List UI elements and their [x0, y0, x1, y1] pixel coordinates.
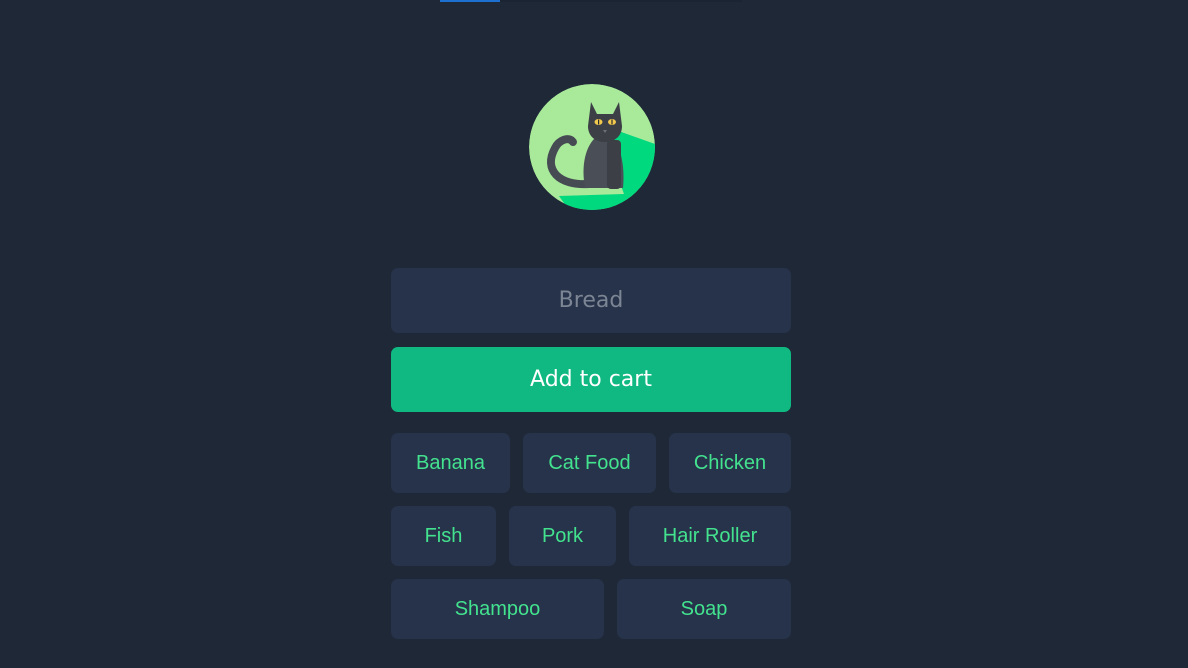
top-progress-indicator	[440, 0, 742, 2]
quick-add-items: Banana Cat Food Chicken Fish Pork Hair R…	[391, 433, 791, 652]
add-to-cart-button[interactable]: Add to cart	[391, 347, 791, 412]
quick-add-row: Banana Cat Food Chicken	[391, 433, 791, 493]
item-chip-fish[interactable]: Fish	[391, 506, 496, 566]
cat-logo-icon	[529, 84, 655, 210]
quick-add-row: Fish Pork Hair Roller	[391, 506, 791, 566]
item-chip-cat-food[interactable]: Cat Food	[523, 433, 656, 493]
top-progress-active	[440, 0, 500, 2]
item-chip-hair-roller[interactable]: Hair Roller	[629, 506, 791, 566]
item-chip-shampoo[interactable]: Shampoo	[391, 579, 604, 639]
item-chip-pork[interactable]: Pork	[509, 506, 616, 566]
item-chip-chicken[interactable]: Chicken	[669, 433, 791, 493]
quick-add-row: Shampoo Soap	[391, 579, 791, 639]
item-name-input[interactable]	[391, 268, 791, 333]
item-chip-banana[interactable]: Banana	[391, 433, 510, 493]
item-chip-soap[interactable]: Soap	[617, 579, 791, 639]
